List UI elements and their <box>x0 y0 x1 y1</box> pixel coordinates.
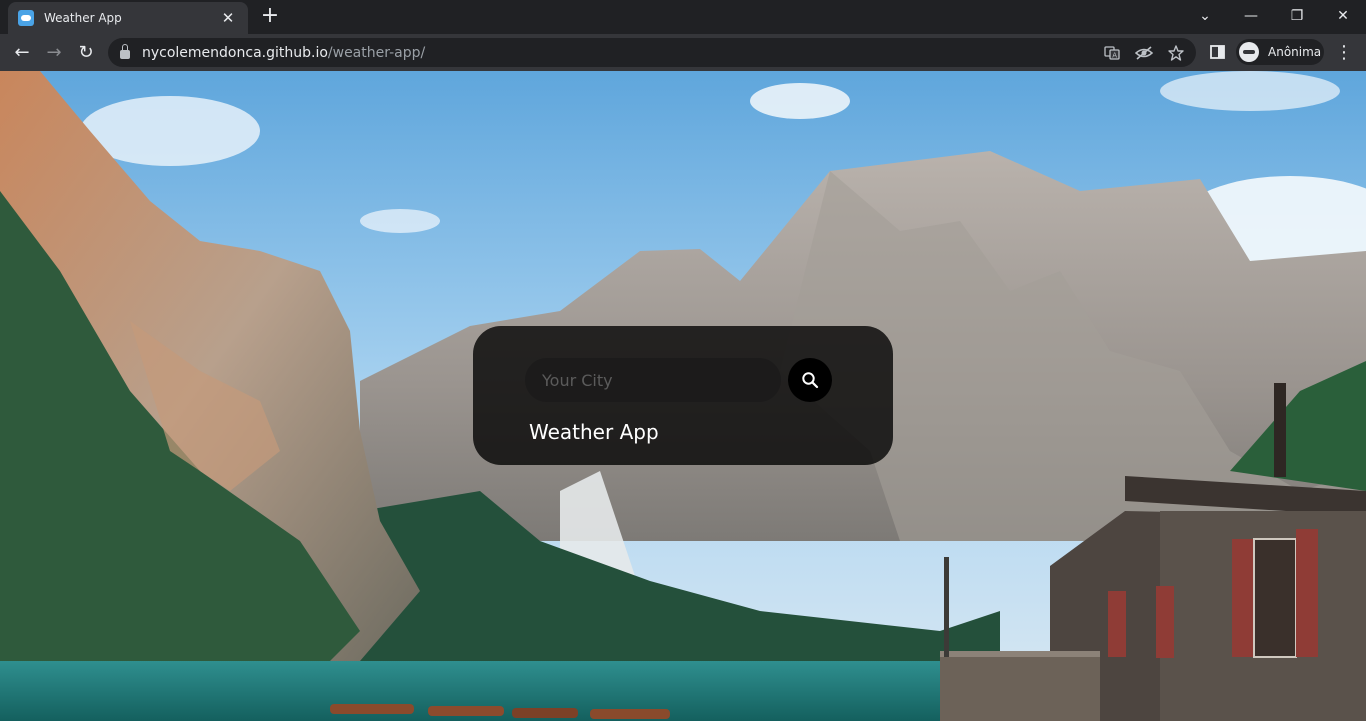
back-button[interactable]: ← <box>8 38 36 66</box>
svg-text:A: A <box>1112 52 1117 60</box>
app-title: Weather App <box>529 420 659 444</box>
tab-weather-app[interactable]: Weather App ✕ <box>8 2 248 34</box>
tab-title: Weather App <box>44 11 122 25</box>
star-icon[interactable] <box>1165 42 1187 64</box>
search-button[interactable] <box>788 358 832 402</box>
forward-button[interactable]: → <box>40 38 68 66</box>
minimize-button[interactable]: — <box>1228 2 1274 30</box>
eye-off-icon[interactable] <box>1133 42 1155 64</box>
tab-close-icon[interactable]: ✕ <box>218 9 238 27</box>
lock-icon[interactable] <box>120 43 130 59</box>
page-viewport: Weather App <box>0 71 1366 721</box>
restore-button[interactable]: ❐ <box>1274 2 1320 30</box>
browser-tab-bar: Weather App ✕ + ⌄ — ❐ ✕ <box>0 0 1366 34</box>
weather-favicon-icon <box>18 10 34 26</box>
weather-search-card: Weather App <box>473 326 893 465</box>
profile-label: Anônima <box>1268 45 1322 59</box>
close-window-button[interactable]: ✕ <box>1320 2 1366 30</box>
reload-button[interactable]: ↻ <box>72 38 100 66</box>
side-panel-icon[interactable] <box>1203 38 1231 66</box>
address-bar[interactable]: nycolemendonca.github.io/weather-app/ A <box>108 38 1196 67</box>
menu-button[interactable]: ⋮ <box>1330 38 1358 66</box>
browser-toolbar: ← → ↻ nycolemendonca.github.io/weather-a… <box>0 34 1366 71</box>
search-icon <box>802 372 819 389</box>
tab-search-icon[interactable]: ⌄ <box>1182 2 1228 30</box>
search-row <box>525 358 841 402</box>
incognito-profile-button[interactable]: Anônima <box>1236 39 1324 65</box>
city-search-input[interactable] <box>525 358 781 402</box>
url-host: nycolemendonca.github.io <box>142 44 328 61</box>
new-tab-button[interactable]: + <box>258 5 282 29</box>
translate-icon[interactable]: A <box>1101 42 1123 64</box>
incognito-icon <box>1239 42 1259 62</box>
url-path: /weather-app/ <box>327 44 426 61</box>
